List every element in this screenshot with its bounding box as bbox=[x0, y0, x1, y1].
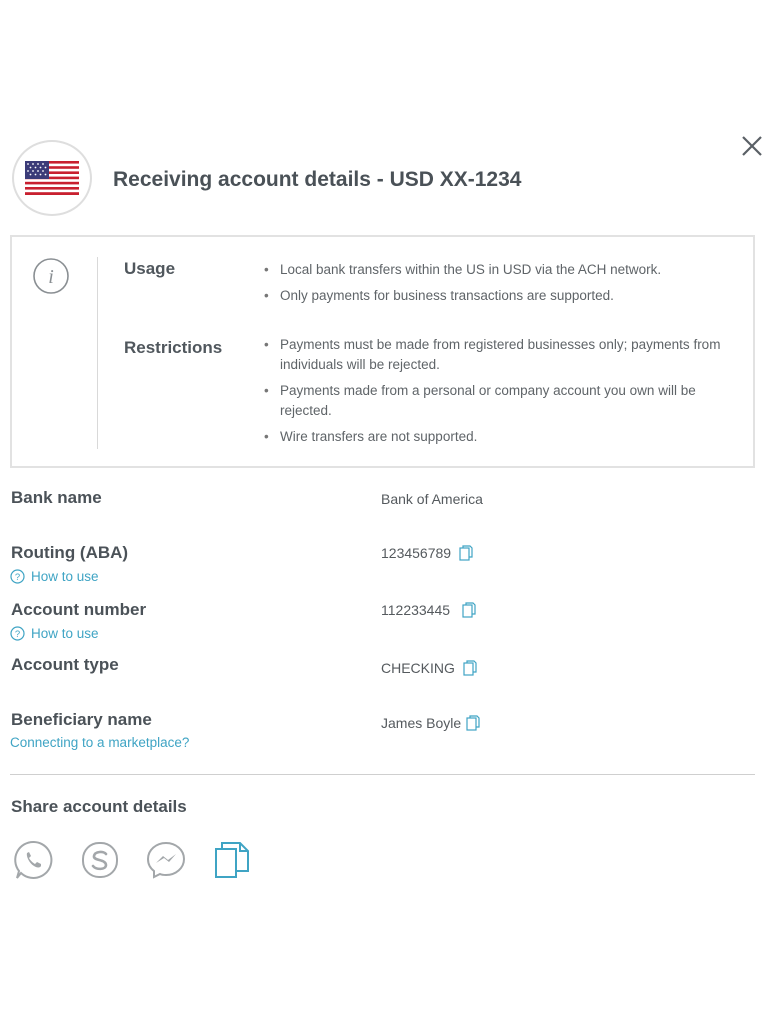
routing-text: 123456789 bbox=[381, 545, 452, 561]
account-number-how-to-use-link[interactable]: ? How to use bbox=[10, 626, 99, 641]
us-flag-icon bbox=[25, 161, 79, 195]
svg-text:i: i bbox=[48, 266, 54, 288]
copy-icon[interactable] bbox=[459, 545, 473, 561]
beneficiary-name-text: James Boyle bbox=[381, 715, 462, 731]
copy-all-icon[interactable] bbox=[210, 838, 254, 882]
bank-name-label: Bank name bbox=[11, 488, 102, 507]
svg-text:?: ? bbox=[15, 572, 20, 583]
account-details-dialog: Receiving account details - USD XX-1234 … bbox=[0, 0, 768, 1024]
usage-list: Local bank transfers within the US in US… bbox=[262, 260, 732, 312]
bank-name-text: Bank of America bbox=[381, 491, 483, 507]
restrictions-label: Restrictions bbox=[124, 338, 223, 357]
list-item: Wire transfers are not supported. bbox=[262, 427, 732, 447]
beneficiary-name-value: James Boyle bbox=[381, 715, 480, 731]
copy-icon[interactable] bbox=[462, 602, 476, 618]
account-number-label: Account number bbox=[11, 600, 147, 619]
usage-info-box: i Usage Local bank transfers within the … bbox=[10, 235, 755, 468]
account-type-text: CHECKING bbox=[381, 660, 455, 676]
svg-text:?: ? bbox=[15, 629, 20, 640]
currency-flag bbox=[12, 140, 92, 216]
restrictions-list: Payments must be made from registered bu… bbox=[262, 335, 732, 453]
dialog-header: Receiving account details - USD XX-1234 bbox=[12, 140, 712, 216]
marketplace-link[interactable]: Connecting to a marketplace? bbox=[10, 735, 189, 750]
share-title: Share account details bbox=[11, 797, 187, 816]
account-number-text: 112233445 bbox=[381, 602, 451, 618]
list-item: Payments must be made from registered bu… bbox=[262, 335, 732, 375]
account-type-label: Account type bbox=[11, 655, 119, 674]
routing-how-to-use-link[interactable]: ? How to use bbox=[10, 569, 99, 584]
routing-help-text: How to use bbox=[31, 569, 99, 584]
routing-label: Routing (ABA) bbox=[11, 543, 129, 562]
list-item: Payments made from a personal or company… bbox=[262, 381, 732, 421]
dialog-title: Receiving account details - USD XX-1234 bbox=[113, 168, 522, 191]
usage-label: Usage bbox=[124, 259, 176, 278]
list-item: Only payments for business transactions … bbox=[262, 286, 732, 306]
beneficiary-name-label: Beneficiary name bbox=[11, 710, 152, 729]
account-type-value: CHECKING bbox=[381, 660, 477, 676]
skype-icon[interactable] bbox=[78, 838, 122, 882]
help-icon: ? bbox=[10, 569, 25, 584]
section-divider bbox=[10, 774, 755, 775]
messenger-icon[interactable] bbox=[144, 838, 188, 882]
close-icon bbox=[742, 136, 762, 156]
close-button[interactable] bbox=[738, 132, 766, 160]
copy-icon[interactable] bbox=[466, 715, 480, 731]
account-number-value: 112233445 bbox=[381, 602, 476, 618]
account-number-help-text: How to use bbox=[31, 626, 99, 641]
info-divider bbox=[97, 257, 98, 449]
bank-name-value: Bank of America bbox=[381, 491, 483, 507]
routing-value: 123456789 bbox=[381, 545, 473, 561]
marketplace-link-text: Connecting to a marketplace? bbox=[10, 735, 190, 750]
copy-icon[interactable] bbox=[463, 660, 477, 676]
help-icon: ? bbox=[10, 626, 25, 641]
list-item: Local bank transfers within the US in US… bbox=[262, 260, 732, 280]
whatsapp-icon[interactable] bbox=[12, 838, 56, 882]
info-icon: i bbox=[33, 258, 69, 294]
